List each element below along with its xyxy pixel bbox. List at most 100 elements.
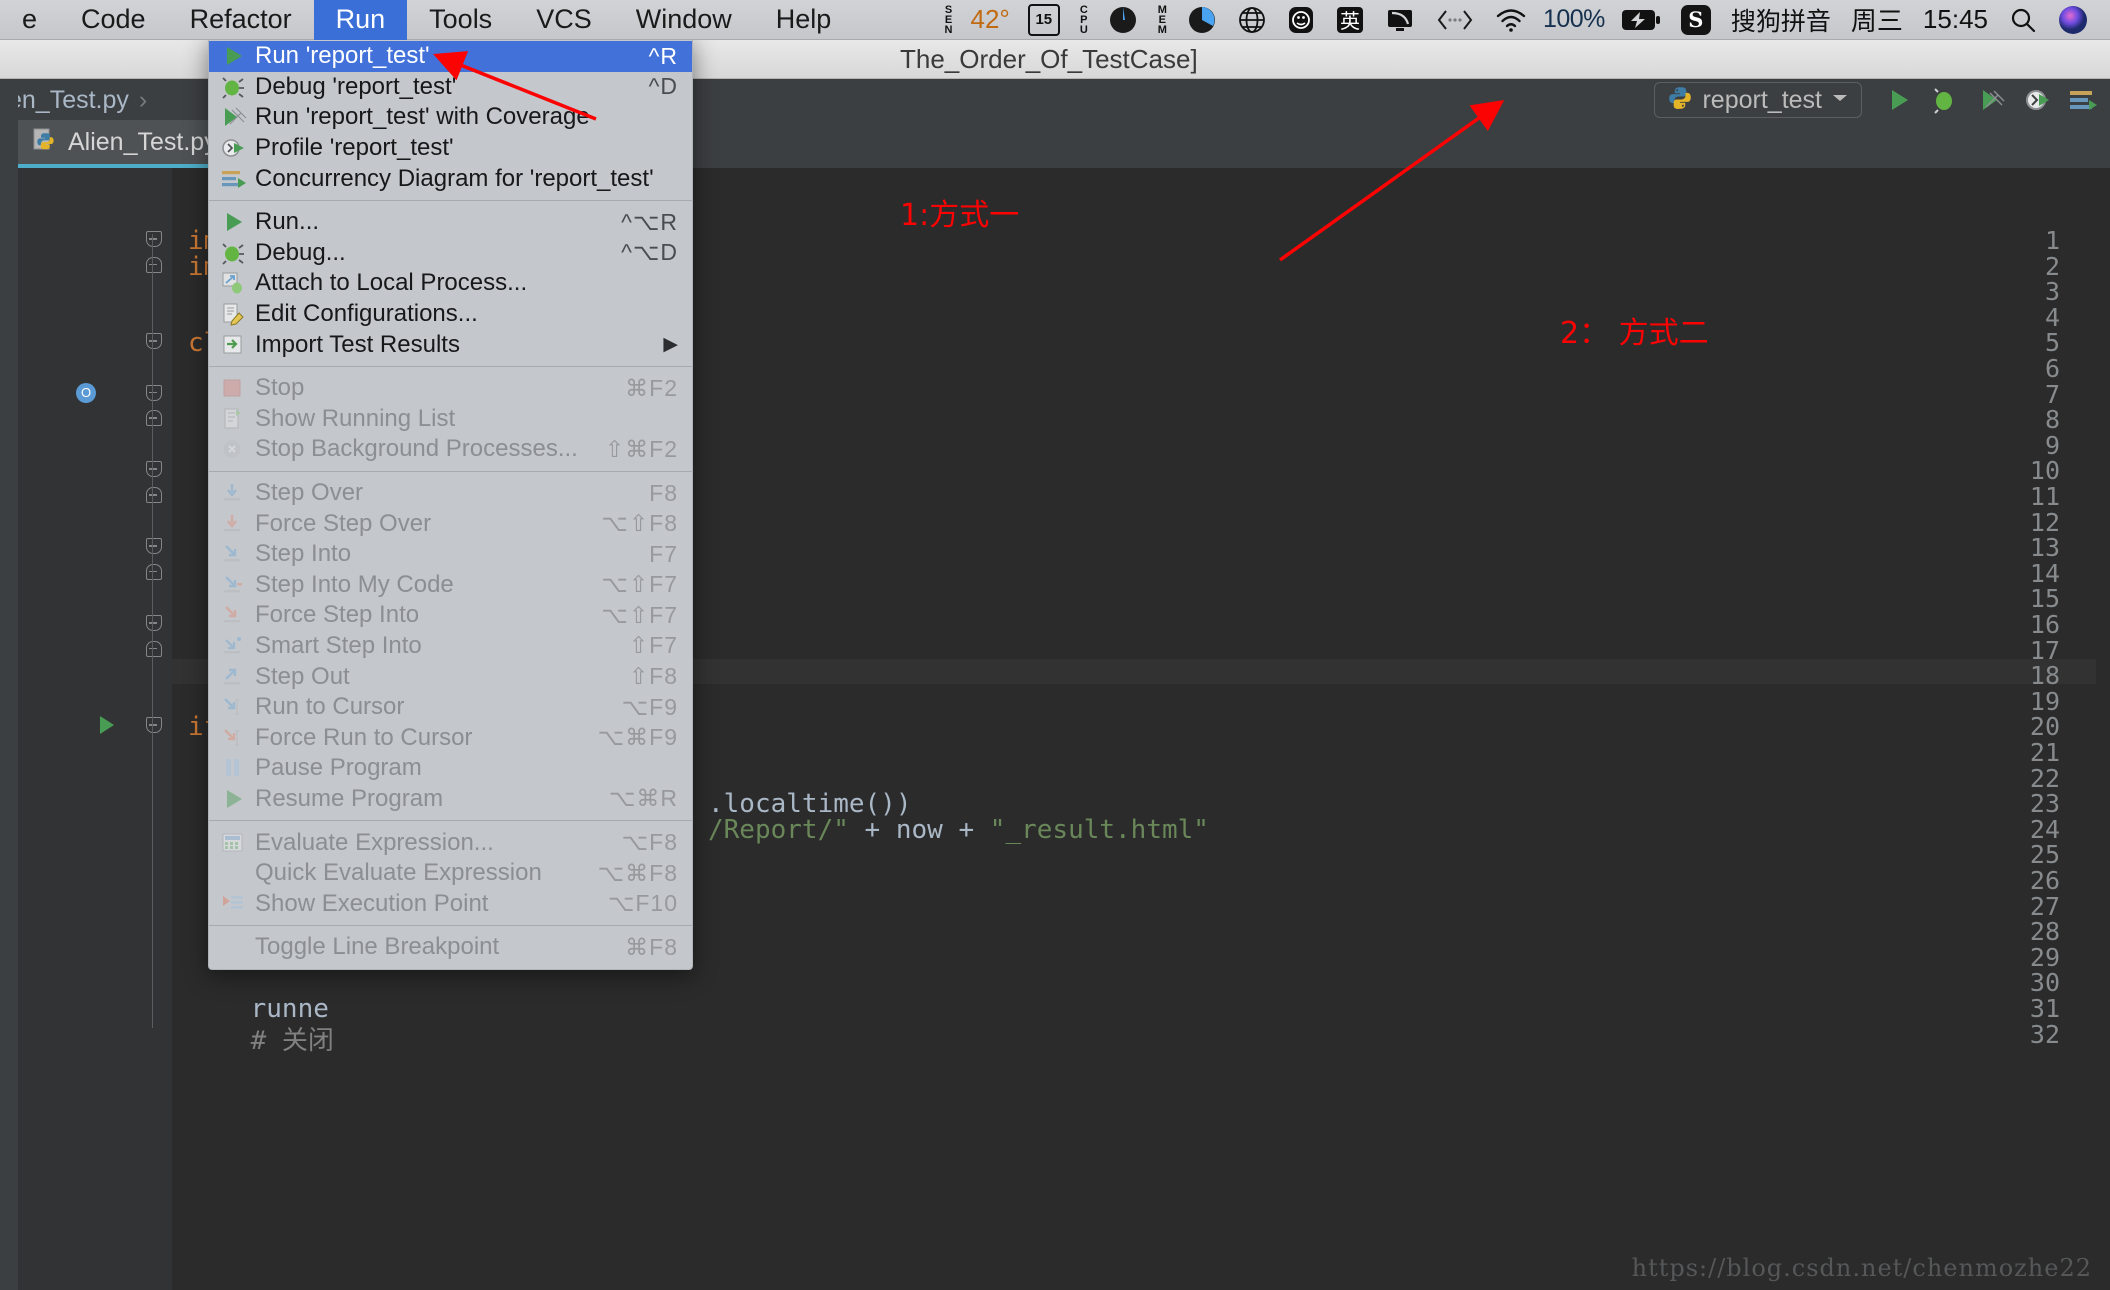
editor-gutter[interactable]: [18, 168, 136, 1290]
run-with-coverage-button[interactable]: [1968, 80, 2014, 120]
menu-item-label: Step Into: [255, 540, 352, 568]
menu-item-step-into: Step Into F7: [209, 539, 692, 570]
gutter-override-icon[interactable]: O: [76, 382, 96, 403]
code-fold-handle[interactable]: [146, 615, 162, 631]
battery-percent[interactable]: 100%: [1537, 0, 1611, 40]
breadcrumb-file[interactable]: en_Test.py: [0, 86, 129, 115]
memory-gauge-icon[interactable]: [1177, 0, 1227, 40]
concurrency-icon: [221, 167, 255, 191]
code-fold-handle[interactable]: [146, 410, 162, 427]
clock[interactable]: 15:45: [1913, 4, 1998, 35]
smiley-face-icon[interactable]: [1277, 0, 1325, 40]
menu-bar-item-refactor[interactable]: Refactor: [168, 0, 314, 40]
siri-icon[interactable]: [2048, 0, 2098, 40]
menu-item-profile-report-test[interactable]: Profile 'report_test': [209, 133, 692, 164]
menu-bar-item-help[interactable]: Help: [754, 0, 854, 40]
globe-icon[interactable]: [1227, 0, 1277, 40]
menu-item-smart-step-into: Smart Step Into ⇧F7: [209, 631, 692, 662]
menu-bar-item-vcs[interactable]: VCS: [514, 0, 614, 40]
code-fold-handle[interactable]: [146, 538, 162, 555]
debug-button[interactable]: [1922, 80, 1968, 120]
menu-item-evaluate-expression: Evaluate Expression... ⌥F8: [209, 827, 692, 858]
menu-item-label: Debug 'report_test': [255, 72, 457, 100]
force-step-over-icon: [221, 512, 255, 536]
menu-item-import-test-results[interactable]: Import Test Results ▶: [209, 329, 692, 360]
menu-item-shortcut: ⇧F7: [628, 632, 678, 659]
edit-configurations-icon: [221, 302, 255, 326]
memory-icon[interactable]: MEM: [1148, 0, 1177, 40]
code-fold-handle[interactable]: [146, 256, 162, 273]
wifi-icon[interactable]: [1485, 0, 1537, 40]
code-fold-handle[interactable]: [146, 384, 162, 401]
sogou-icon[interactable]: S: [1671, 0, 1721, 40]
stop-square-icon: [221, 376, 255, 400]
menu-item-shortcut: ^⌥D: [621, 239, 678, 266]
search-icon[interactable]: [1998, 0, 2048, 40]
code-fold-handle[interactable]: [146, 717, 162, 734]
left-tool-window-strip[interactable]: [0, 78, 18, 1290]
menu-item-label: Concurrency Diagram for 'report_test': [255, 164, 654, 192]
menu-item-debug-report-test[interactable]: Debug 'report_test' ^D: [209, 72, 692, 103]
menu-item-edit-configurations[interactable]: Edit Configurations...: [209, 299, 692, 330]
battery-charging-icon[interactable]: [1611, 0, 1671, 40]
menu-item-run-report-test[interactable]: Run 'report_test' ^R: [209, 41, 692, 72]
code-fold-handle[interactable]: [146, 461, 162, 478]
python-file-icon: [1667, 85, 1693, 116]
watermark: https://blog.csdn.net/chenmozhe22: [1631, 1254, 2092, 1282]
menu-item-toggle-line-breakpoint: Toggle Line Breakpoint ⌘F8: [209, 932, 692, 963]
editor-scrollbar[interactable]: [2096, 168, 2110, 1290]
code-fold-handle[interactable]: [146, 231, 162, 247]
menu-item-run-report-test-with-coverage[interactable]: Run 'report_test' with Coverage: [209, 102, 692, 133]
menu-bar-item-tools[interactable]: Tools: [407, 0, 514, 40]
menu-item-run[interactable]: Run... ^⌥R: [209, 207, 692, 238]
annotation-method-one: 1:方式一: [900, 198, 1020, 233]
sensor-icon[interactable]: SEN: [935, 0, 963, 40]
input-source-icon[interactable]: 英: [1325, 0, 1375, 40]
menu-item-label: Force Run to Cursor: [255, 723, 473, 751]
stop-background-icon: [221, 437, 255, 461]
menu-item-step-over: Step Over F8: [209, 478, 692, 509]
code-fold-handle[interactable]: [146, 333, 162, 350]
menu-item-debug[interactable]: Debug... ^⌥D: [209, 238, 692, 269]
menu-item-quick-evaluate-expression: Quick Evaluate Expression ⌥⌘F8: [209, 858, 692, 889]
profile-button[interactable]: [2014, 80, 2060, 120]
menu-item-concurrency-diagram-for-report-test[interactable]: Concurrency Diagram for 'report_test': [209, 163, 692, 194]
code-fold-handle[interactable]: [146, 563, 162, 580]
temperature-reading[interactable]: 42°: [962, 0, 1017, 40]
concurrency-diagram-button[interactable]: [2060, 80, 2106, 120]
calendar-icon[interactable]: 15: [1018, 0, 1070, 40]
cpu-gauge-icon[interactable]: [1098, 0, 1148, 40]
cpu-icon[interactable]: CPU: [1070, 0, 1098, 40]
menu-bar-item-run[interactable]: Run: [313, 0, 408, 40]
code-brackets-icon[interactable]: [1425, 0, 1485, 40]
evaluate-expression-icon: [221, 831, 255, 855]
day-of-week[interactable]: 周三: [1841, 1, 1913, 38]
code-fold-handle[interactable]: [146, 487, 162, 503]
run-button[interactable]: [1876, 80, 1922, 120]
menu-item-run-to-cursor: Run to Cursor ⌥F9: [209, 692, 692, 723]
breadcrumb-chevron-icon: ›: [138, 85, 148, 114]
menu-item-shortcut: ^D: [648, 73, 678, 100]
menu-item-shortcut: ⇧⌘F2: [604, 435, 678, 462]
force-run-to-cursor-icon: [221, 726, 255, 750]
menu-item-label: Run 'report_test' with Coverage: [255, 103, 590, 131]
display-icon[interactable]: [1375, 0, 1425, 40]
gutter-run-icon[interactable]: [100, 716, 114, 735]
menu-item-attach-to-local-process[interactable]: Attach to Local Process...: [209, 268, 692, 299]
step-into-icon: [221, 542, 255, 566]
run-configuration-selector[interactable]: report_test: [1654, 82, 1862, 118]
run-configuration-name: report_test: [1702, 85, 1822, 114]
menu-separator: [209, 199, 692, 201]
running-list-icon: [221, 407, 255, 431]
line-number: 32: [2029, 1019, 2060, 1049]
menu-item-shortcut: F7: [649, 540, 678, 567]
run-toolbar: report_test: [1654, 78, 2110, 122]
menu-bar-item-code[interactable]: Code: [59, 0, 168, 40]
sogou-label[interactable]: 搜狗拼音: [1721, 2, 1841, 38]
run-menu-dropdown[interactable]: Run 'report_test' ^R Debug 'report_test' ^D…: [208, 36, 693, 970]
python-file-icon: [32, 127, 58, 158]
menu-bar-item-e[interactable]: e: [0, 0, 59, 40]
chevron-down-icon[interactable]: [1831, 91, 1849, 109]
menu-bar-item-window[interactable]: Window: [614, 0, 754, 40]
code-fold-handle[interactable]: [146, 640, 162, 657]
